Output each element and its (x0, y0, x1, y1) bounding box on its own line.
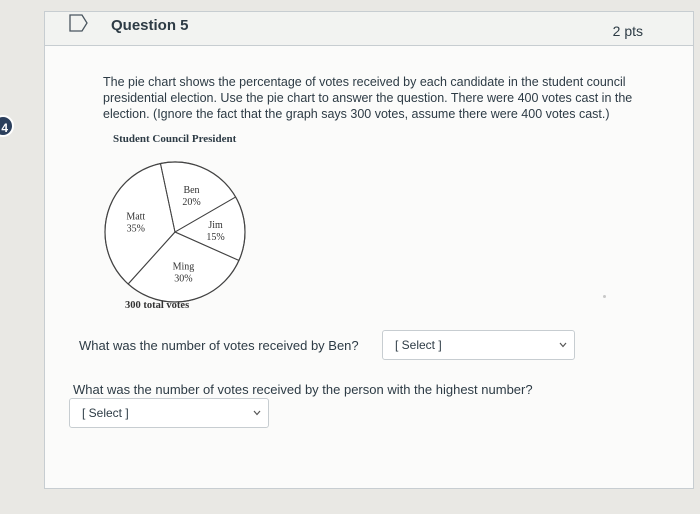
slice-percent-matt: 35% (127, 223, 145, 234)
sub-question-1-text: What was the number of votes received by… (79, 338, 359, 353)
chart-footer-total: 300 total votes (125, 300, 190, 311)
slice-percent-ben: 20% (182, 197, 200, 208)
decorative-dot (603, 295, 606, 298)
slice-label-jim: Jim (208, 220, 223, 231)
question-title: Question 5 (111, 17, 189, 34)
highest-votes-select[interactable]: [ Select ] (69, 398, 269, 428)
ben-votes-select[interactable]: [ Select ] (382, 330, 575, 360)
question-text: The pie chart shows the percentage of vo… (103, 75, 633, 121)
slice-label-ben: Ben (183, 185, 199, 196)
select-value: [ Select ] (82, 406, 129, 420)
chevron-down-icon (559, 342, 567, 348)
chart-title: Student Council President (113, 133, 237, 145)
pie-chart: Ben20% Jim15% Ming30% Matt35% (104, 161, 246, 303)
question-header: Question 5 2 pts (45, 12, 693, 46)
slice-percent-jim: 15% (206, 232, 224, 243)
slice-label-matt: Matt (126, 211, 145, 222)
question-points: 2 pts (612, 23, 643, 39)
select-value: [ Select ] (395, 338, 442, 352)
question-card: Question 5 2 pts The pie chart shows the… (44, 11, 694, 489)
slice-label-ming: Ming (173, 262, 195, 273)
bookmark-flag-icon[interactable] (66, 12, 92, 34)
sub-question-2-text: What was the number of votes received by… (73, 382, 533, 397)
slice-percent-ming: 30% (174, 274, 192, 285)
chevron-down-icon (253, 410, 261, 416)
question-number-badge[interactable]: 4 (0, 115, 14, 137)
